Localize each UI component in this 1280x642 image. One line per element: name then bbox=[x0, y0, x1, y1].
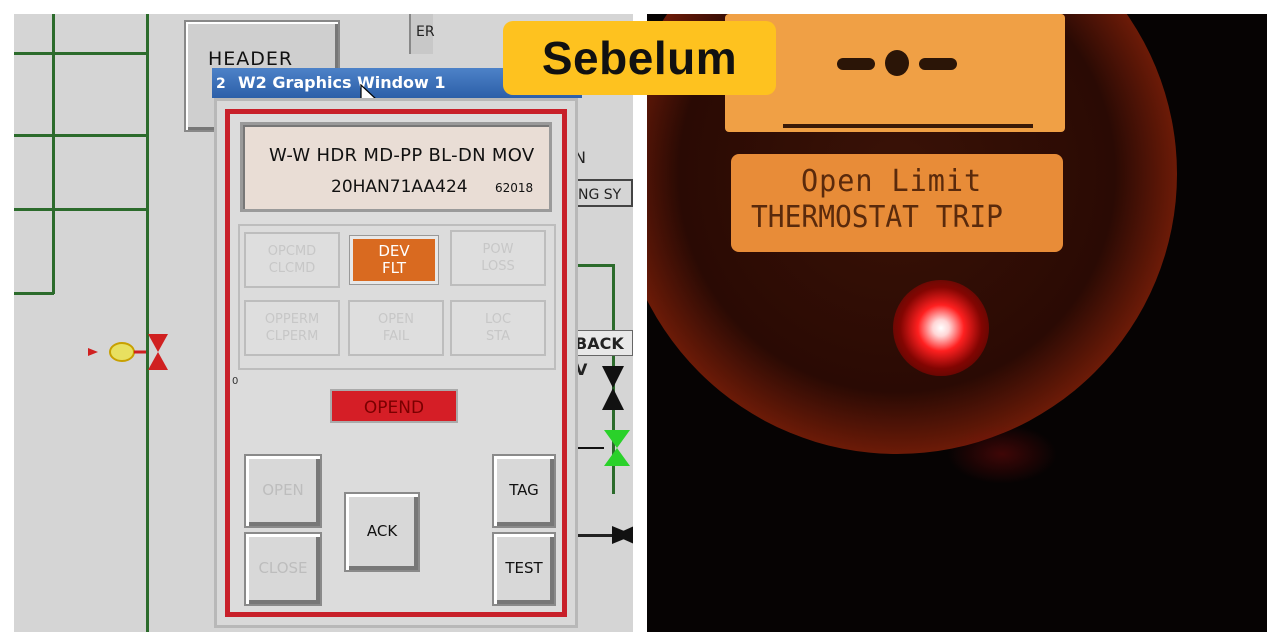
status-cell-pow-loss: POW LOSS bbox=[450, 230, 546, 286]
status-cell-dev-flt: DEV FLT bbox=[350, 236, 438, 284]
side-label-back: BACK V bbox=[570, 330, 633, 379]
grid-line bbox=[14, 134, 146, 137]
lcd-dash bbox=[919, 58, 957, 70]
valve-status-indicator: OPEND bbox=[330, 389, 458, 423]
led-reflection bbox=[947, 424, 1057, 484]
device-photo: Open Limit THERMOSTAT TRIP bbox=[647, 14, 1267, 632]
lcd-top-segment bbox=[725, 14, 1065, 132]
status-cell-label: POW bbox=[482, 242, 514, 257]
side-label-system: NG SY bbox=[570, 179, 633, 207]
status-cell-label: DEV bbox=[378, 242, 410, 260]
top-strip: ER bbox=[409, 14, 435, 54]
tag-id: 20HAN71AA424 bbox=[331, 177, 468, 197]
status-cell-loc-sta: LOC STA bbox=[450, 300, 546, 356]
status-cell-label: OPEN bbox=[377, 312, 414, 327]
valve-icon[interactable] bbox=[598, 364, 628, 412]
caption-badge: Sebelum bbox=[503, 21, 776, 95]
tag-description: W-W HDR MD-PP BL-DN MOV bbox=[269, 145, 535, 166]
status-cell-label: LOSS bbox=[481, 259, 515, 274]
valve-icon[interactable] bbox=[86, 332, 182, 372]
header-button-label: HEADER bbox=[208, 48, 294, 70]
status-cell-label: OPPERM bbox=[264, 312, 320, 327]
status-cell-label: CLCMD bbox=[268, 261, 316, 276]
window-number: 2 bbox=[216, 76, 226, 92]
status-cell-opperm: OPPERM CLPERM bbox=[244, 300, 340, 356]
tag-code: 62018 bbox=[495, 181, 534, 195]
close-button[interactable]: CLOSE bbox=[244, 532, 322, 606]
window-title: W2 Graphics Window 1 bbox=[238, 73, 446, 92]
lcd-dot bbox=[885, 50, 909, 76]
valve-icon[interactable] bbox=[574, 524, 633, 546]
alarm-frame: W-W HDR MD-PP BL-DN MOV 20HAN71AA424 620… bbox=[225, 109, 567, 617]
status-cell-label: OPCMD bbox=[267, 244, 317, 259]
status-cell-open-fail: OPEN FAIL bbox=[348, 300, 444, 356]
test-button[interactable]: TEST bbox=[492, 532, 556, 606]
open-button[interactable]: OPEN bbox=[244, 454, 322, 528]
lcd-line-1: Open Limit bbox=[801, 164, 983, 199]
valve-faceplate-window: W-W HDR MD-PP BL-DN MOV 20HAN71AA424 620… bbox=[214, 98, 578, 628]
lcd-text-panel: Open Limit THERMOSTAT TRIP bbox=[731, 154, 1063, 252]
ack-button[interactable]: ACK bbox=[344, 492, 420, 572]
status-grid: OPCMD CLCMD DEV FLT POW LOSS OPPERM CLPE… bbox=[238, 224, 556, 370]
status-cell-label: STA bbox=[485, 329, 511, 344]
status-cell-opcmd: OPCMD CLCMD bbox=[244, 232, 340, 288]
grid-line bbox=[14, 52, 146, 55]
hmi-screen-photo: HEADER ER N NG SY BACK V 2 W2 Graphics W… bbox=[14, 14, 633, 632]
strip-label: ER bbox=[416, 24, 435, 40]
lcd-bar bbox=[783, 124, 1033, 128]
tag-button[interactable]: TAG bbox=[492, 454, 556, 528]
grid-line bbox=[14, 292, 54, 295]
status-cell-label: FLT bbox=[381, 259, 407, 277]
lcd-dash bbox=[837, 58, 875, 70]
process-line bbox=[574, 264, 614, 267]
lcd-line-2: THERMOSTAT TRIP bbox=[751, 200, 1003, 235]
status-cell-label: LOC bbox=[484, 312, 512, 327]
status-cell-label: FAIL bbox=[382, 329, 410, 344]
status-cell-label: CLPERM bbox=[265, 329, 319, 344]
tag-info-panel: W-W HDR MD-PP BL-DN MOV 20HAN71AA424 620… bbox=[240, 122, 552, 212]
grid-line bbox=[52, 14, 55, 294]
red-led-indicator bbox=[893, 280, 989, 376]
process-line bbox=[146, 14, 149, 632]
scale-mark: 0 bbox=[232, 376, 239, 387]
grid-line bbox=[14, 208, 146, 211]
